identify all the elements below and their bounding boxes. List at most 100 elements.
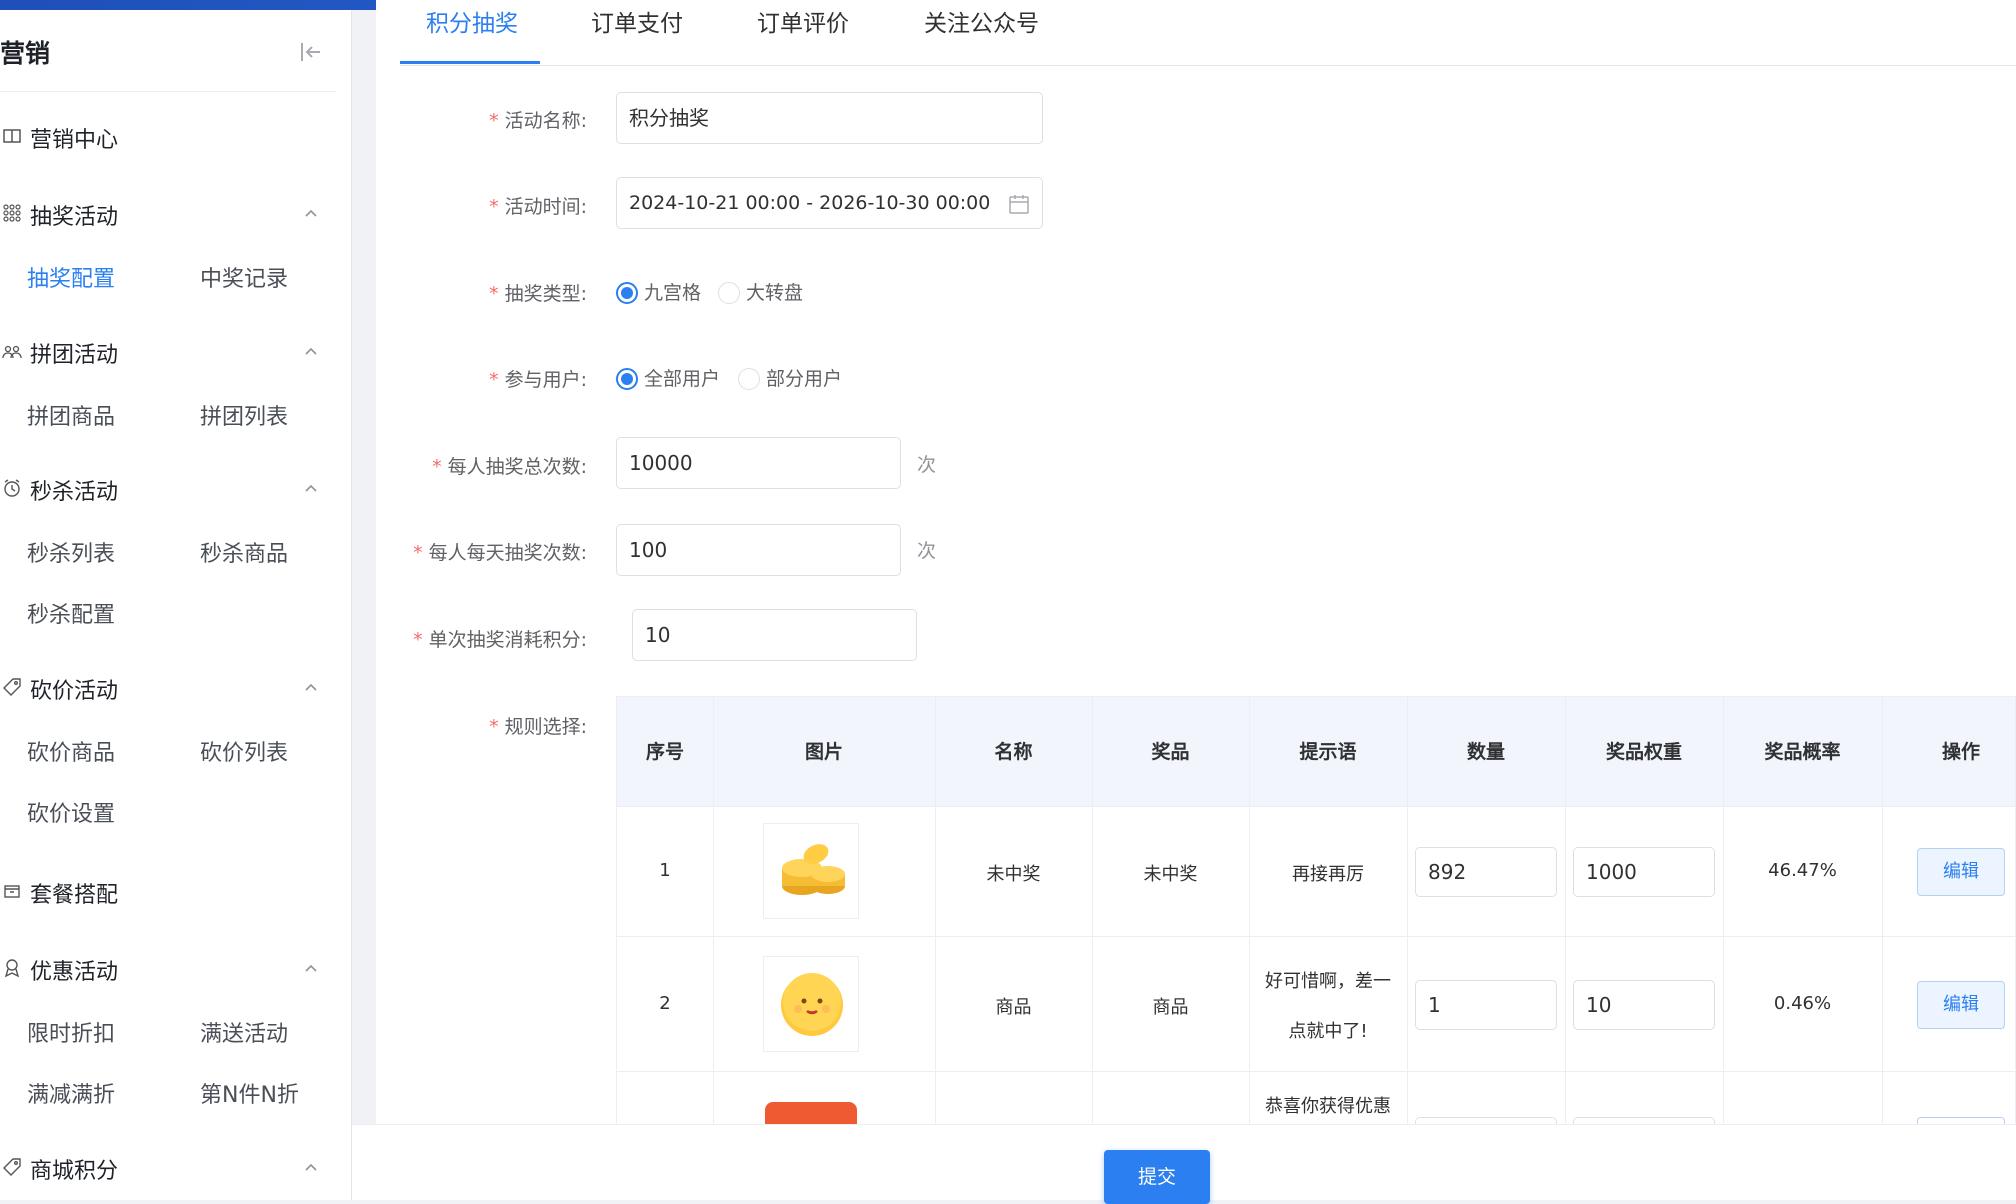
col-name: 名称 (994, 741, 1033, 763)
daily-draws-input[interactable]: 100 (616, 524, 901, 576)
chevron-up-icon (305, 484, 317, 492)
sidebar-title: 营销 (0, 39, 51, 68)
row-hint-line2: 点就中了! (1288, 1021, 1368, 1042)
activity-time-label: * 活动时间: (489, 196, 587, 218)
rules-label: * 规则选择: (489, 716, 587, 738)
sidebar-section-group-buy[interactable]: 拼团活动 (0, 331, 336, 371)
group-icon (2, 345, 22, 359)
row-hint: 恭喜你获得优惠 (1265, 1096, 1391, 1117)
quantity-input[interactable]: 1 (1415, 980, 1557, 1030)
edit-button[interactable]: 编辑 (1917, 981, 2005, 1029)
daily-draws-label: * 每人每天抽奖次数: (413, 542, 587, 564)
sidebar-item-flash-config[interactable]: 秒杀配置 (27, 597, 115, 629)
sidebar-section-discounts[interactable]: 优惠活动 (0, 948, 336, 988)
radio-some-users[interactable]: 部分用户 (738, 364, 842, 391)
activity-time-range-picker[interactable]: 2024-10-21 00:00 - 2026-10-30 00:00 (616, 177, 1043, 229)
chevron-up-icon (305, 683, 317, 691)
unit-times: 次 (917, 540, 937, 562)
activity-name-input[interactable]: 积分抽奖 (616, 92, 1043, 144)
col-quantity: 数量 (1466, 741, 1505, 763)
tab-order-review[interactable]: 订单评价 (757, 4, 849, 38)
radio-checked-icon (616, 282, 638, 304)
sidebar-item-flash-list[interactable]: 秒杀列表 (27, 536, 115, 568)
row-hint-line1: 好可惜啊，差一 (1265, 971, 1391, 992)
calendar-icon[interactable] (1008, 193, 1030, 215)
sidebar-item-lottery-config[interactable]: 抽奖配置 (27, 261, 115, 293)
activity-name-label: * 活动名称: (489, 110, 587, 132)
sidebar-section-label: 砍价活动 (30, 679, 119, 704)
sidebar-section-bargain[interactable]: 砍价活动 (0, 667, 336, 707)
sidebar-item-flash-products[interactable]: 秒杀商品 (200, 536, 288, 568)
row-probability: 0.46% (1773, 993, 1832, 1014)
sidebar-section-lottery[interactable]: 抽奖活动 (0, 193, 336, 233)
lottery-type-label: * 抽奖类型: (489, 283, 587, 305)
sidebar-item-time-discount[interactable]: 限时折扣 (27, 1016, 115, 1048)
tab-points-lottery[interactable]: 积分抽奖 (426, 4, 518, 38)
sidebar-section-combo[interactable]: 套餐搭配 (0, 871, 336, 911)
row-index: 2 (659, 993, 671, 1014)
chevron-up-icon (305, 964, 317, 972)
tag-icon (3, 1158, 21, 1176)
box-icon (4, 885, 20, 898)
weight-input[interactable]: 1000 (1573, 847, 1715, 897)
sidebar-section-label: 拼团活动 (30, 343, 119, 368)
points-cost-input[interactable]: 10 (632, 609, 917, 661)
tab-follow-official-account[interactable]: 关注公众号 (924, 4, 1039, 38)
tab-order-payment[interactable]: 订单支付 (591, 4, 683, 38)
col-image: 图片 (804, 741, 843, 763)
chevron-up-icon (305, 1163, 317, 1171)
gold-coins-image (763, 823, 859, 919)
alarm-icon (4, 479, 20, 497)
quantity-input[interactable]: 892 (1415, 847, 1557, 897)
col-probability: 奖品概率 (1764, 741, 1841, 763)
radio-big-wheel[interactable]: 大转盘 (718, 278, 803, 305)
row-name: 未中奖 (986, 864, 1041, 885)
points-cost-label: * 单次抽奖消耗积分: (413, 629, 587, 651)
radio-unchecked-icon (738, 368, 760, 390)
sidebar-section-flash-sale[interactable]: 秒杀活动 (0, 468, 336, 508)
sidebar-item-group-list[interactable]: 拼团列表 (200, 399, 288, 431)
total-draws-label: * 每人抽奖总次数: (432, 456, 587, 478)
sidebar-item-nth-discount[interactable]: 第N件N折 (200, 1077, 299, 1109)
smiley-face-image (763, 956, 859, 1052)
participants-label: * 参与用户: (489, 369, 587, 391)
sidebar-section-label: 秒杀活动 (30, 480, 119, 505)
sidebar-section-marketing-center[interactable]: 营销中心 (0, 116, 336, 156)
sidebar-section-points[interactable]: 商城积分 (0, 1147, 336, 1187)
chevron-up-icon (305, 347, 317, 355)
sidebar-section-label: 套餐搭配 (30, 883, 119, 908)
sidebar-header: 营销 (0, 10, 336, 92)
sidebar-item-bargain-settings[interactable]: 砍价设置 (27, 796, 115, 828)
submit-button[interactable]: 提交 (1104, 1150, 1210, 1204)
row-prize: 商品 (1152, 997, 1189, 1018)
radio-checked-icon (616, 368, 638, 390)
col-weight: 奖品权重 (1605, 741, 1682, 763)
col-action: 操作 (1941, 741, 1980, 763)
edit-button[interactable]: 编辑 (1917, 848, 2005, 896)
col-prize: 奖品 (1151, 741, 1190, 763)
sidebar-item-bargain-products[interactable]: 砍价商品 (27, 735, 115, 767)
book-icon (3, 129, 21, 143)
unit-times: 次 (917, 454, 937, 476)
row-hint: 再接再厉 (1292, 864, 1364, 885)
radio-all-users[interactable]: 全部用户 (616, 364, 720, 391)
collapse-sidebar-icon[interactable] (298, 39, 324, 65)
weight-input[interactable]: 10 (1573, 980, 1715, 1030)
row-probability: 46.47% (1768, 860, 1837, 881)
table-row: 2 商品 商品 好可惜啊，差一 点就中了! 1 10 0.46% 编辑 (617, 937, 2015, 1072)
grid-icon (3, 204, 21, 222)
sidebar-item-bargain-list[interactable]: 砍价列表 (200, 735, 288, 767)
radio-nine-grid[interactable]: 九宫格 (616, 278, 701, 305)
sidebar-item-group-products[interactable]: 拼团商品 (27, 399, 115, 431)
sidebar-item-full-reduction[interactable]: 满减满折 (27, 1077, 115, 1109)
col-index: 序号 (645, 741, 684, 763)
radio-unchecked-icon (718, 282, 740, 304)
sidebar-section-label: 商城积分 (30, 1159, 119, 1184)
total-draws-input[interactable]: 10000 (616, 437, 901, 489)
sidebar-item-win-records[interactable]: 中奖记录 (200, 261, 288, 293)
coupon-image (763, 1092, 859, 1125)
row-name: 商品 (995, 997, 1032, 1018)
sidebar-item-gift-activity[interactable]: 满送活动 (200, 1016, 288, 1048)
sidebar-section-label: 优惠活动 (30, 960, 119, 985)
prize-rules-table: 序号 图片 名称 奖品 提示语 数量 奖品权重 奖品概率 操作 1 未中奖 未中… (616, 696, 2016, 1126)
